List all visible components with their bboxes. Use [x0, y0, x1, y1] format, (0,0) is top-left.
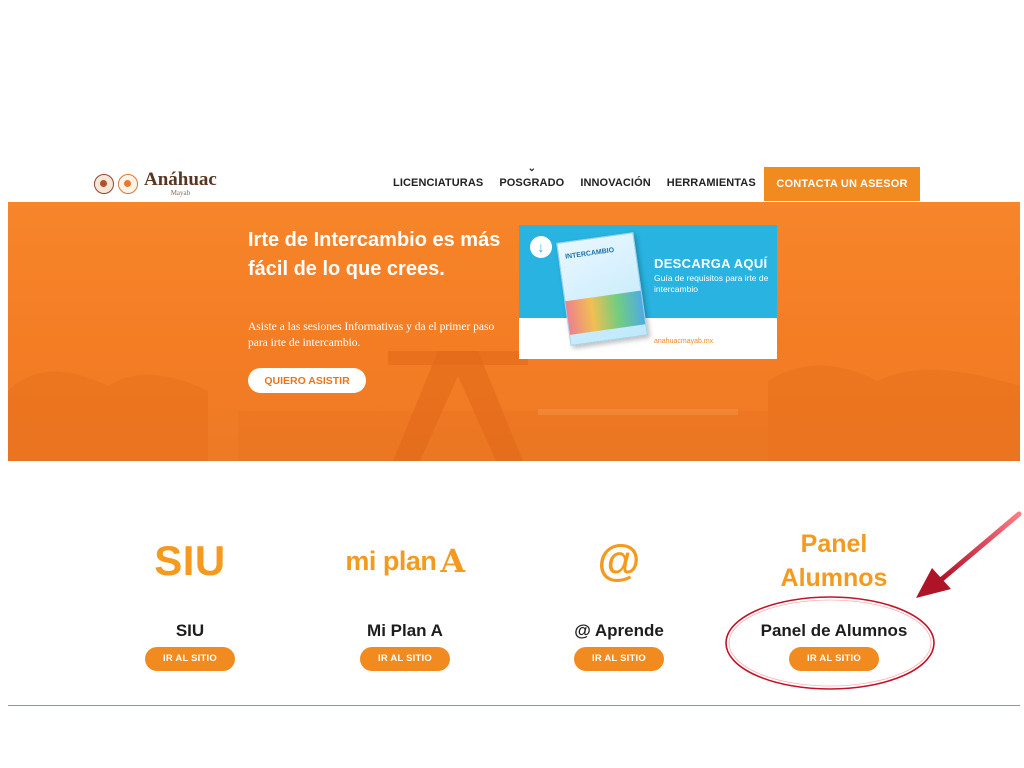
nav-posgrado[interactable]: ⌄ POSGRADO [499, 164, 565, 190]
guide-book-image: INTERCAMBIO [556, 232, 648, 346]
hero-title: Irte de Intercambio es más fácil de lo q… [248, 229, 501, 280]
service-name: SIU [175, 621, 205, 640]
book-title: INTERCAMBIO [564, 246, 615, 261]
hero-banner: Irte de Intercambio es más fácil de lo q… [8, 202, 1020, 461]
siu-go-button[interactable]: IR AL SITIO [145, 647, 235, 671]
logo-name: Anáhuac [144, 169, 217, 190]
hero-description: Asiste a las sesiones Informativas y da … [248, 321, 495, 349]
mi-plan-a-go-button[interactable]: IR AL SITIO [360, 647, 450, 671]
pointer-arrow-icon [916, 511, 1022, 598]
university-seal-icon [94, 173, 114, 194]
quiero-asistir-button[interactable]: QUIERO ASISTIR [248, 368, 366, 393]
highlight-annotation [725, 511, 1022, 690]
aprende-at-icon[interactable]: @ [519, 520, 719, 602]
site-header: Anáhuac Mayab LICENCIATURAS ⌄ POSGRADO I… [0, 160, 1024, 202]
aprende-go-button[interactable]: IR AL SITIO [574, 647, 664, 671]
nav-innovacion[interactable]: INNOVACIÓN [580, 177, 650, 189]
anahuac-emblem-icon [118, 173, 138, 194]
campus-background-illustration [8, 351, 1020, 461]
mi-plan-a-logo-text: mi plan [345, 545, 437, 576]
exchange-guide-download-banner[interactable]: ↓ INTERCAMBIO DESCARGA AQUÍ Guía de requ… [519, 225, 777, 359]
promo-url: anahuacmayab.mx [654, 338, 714, 345]
book-cover-art [565, 290, 646, 335]
service-mi-plan-a: mi plan A Mi Plan A IR AL SITIO [305, 520, 505, 671]
service-siu: SIU SIU IR AL SITIO [90, 520, 290, 671]
service-name: @ Aprende [574, 621, 664, 640]
siu-logo[interactable]: SIU [90, 520, 290, 602]
nav-posgrado-label: POSGRADO [499, 177, 565, 189]
service-aprende: @ @ Aprende IR AL SITIO [519, 520, 719, 671]
service-name: Mi Plan A [367, 621, 443, 640]
nav-licenciaturas[interactable]: LICENCIATURAS [393, 177, 483, 189]
contact-advisor-button[interactable]: CONTACTA UN ASESOR [764, 167, 920, 201]
download-icon: ↓ [530, 236, 552, 258]
promo-subtitle: Guía de requisitos para irte de intercam… [654, 273, 769, 294]
promo-background [519, 225, 777, 318]
anahuac-logo[interactable]: Anáhuac Mayab [94, 170, 217, 197]
mi-plan-a-logo-mark: A [440, 542, 465, 580]
mi-plan-a-logo[interactable]: mi plan A [305, 520, 505, 602]
chevron-down-icon: ⌄ [527, 163, 537, 174]
main-nav: LICENCIATURAS ⌄ POSGRADO INNOVACIÓN HERR… [393, 164, 756, 190]
promo-title: DESCARGA AQUÍ [654, 256, 768, 271]
logo-subtitle: Mayab [170, 189, 191, 197]
logo-text: Anáhuac Mayab [144, 170, 217, 197]
highlight-ellipse [725, 596, 935, 690]
nav-herramientas[interactable]: HERRAMIENTAS [667, 177, 756, 189]
section-divider [8, 705, 1020, 706]
